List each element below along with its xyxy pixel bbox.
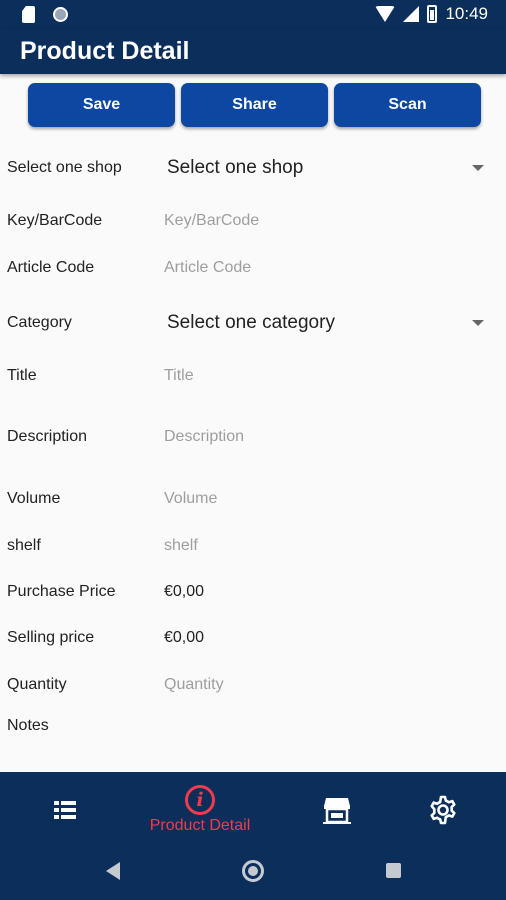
purchase-price-label: Purchase Price [7, 583, 116, 600]
description-field-row: Description Description [0, 428, 506, 452]
page-title: Product Detail [20, 37, 190, 65]
circle-icon [53, 7, 68, 22]
quantity-input[interactable]: Quantity [164, 676, 224, 694]
scan-button[interactable]: Scan [334, 83, 481, 127]
title-input[interactable]: Title [164, 367, 194, 385]
volume-label: Volume [7, 490, 61, 507]
gear-icon [430, 795, 456, 825]
selling-price-label: Selling price [7, 629, 95, 646]
purchase-price-field-row: Purchase Price €0,00 [0, 583, 506, 607]
article-code-input[interactable]: Article Code [164, 259, 251, 277]
recent-apps-icon[interactable] [386, 863, 401, 878]
shelf-label: shelf [7, 537, 41, 554]
category-select-value[interactable]: Select one category [167, 312, 335, 334]
system-nav-bar [0, 848, 506, 900]
wifi-icon [375, 6, 396, 22]
shelf-field-row: shelf shelf [0, 537, 506, 561]
quantity-field-row: Quantity Quantity [0, 676, 506, 700]
signal-icon [403, 6, 420, 22]
status-bar: 10:49 [0, 0, 506, 30]
info-icon: i [185, 785, 215, 815]
title-field-row: Title Title [0, 367, 506, 391]
article-code-label: Article Code [7, 259, 95, 276]
home-icon[interactable] [242, 860, 264, 882]
list-icon [54, 801, 76, 819]
selling-price-input[interactable]: €0,00 [164, 629, 204, 647]
nav-item-list[interactable] [40, 772, 90, 848]
chevron-down-icon[interactable] [472, 320, 484, 326]
notes-field-row: Notes [0, 717, 506, 757]
barcode-input[interactable]: Key/BarCode [164, 212, 259, 230]
selling-price-field-row: Selling price €0,00 [0, 629, 506, 653]
shop-label: Select one shop [7, 159, 122, 176]
shelf-input[interactable]: shelf [164, 537, 198, 555]
nav-item-settings[interactable] [418, 772, 468, 848]
nav-item-product-detail[interactable]: i Product Detail [140, 772, 260, 848]
barcode-label: Key/BarCode [7, 212, 103, 229]
share-button[interactable]: Share [181, 83, 328, 127]
store-icon [323, 798, 351, 824]
shop-select-value[interactable]: Select one shop [167, 157, 303, 179]
volume-field-row: Volume Volume [0, 490, 506, 514]
nav-item-label: Product Detail [149, 817, 251, 834]
battery-icon [427, 5, 438, 23]
barcode-field-row: Key/BarCode Key/BarCode [0, 212, 506, 236]
article-code-field-row: Article Code Article Code [0, 259, 506, 283]
title-label: Title [7, 367, 37, 384]
status-time: 10:49 [445, 4, 488, 23]
description-label: Description [7, 428, 88, 445]
notes-input[interactable] [164, 717, 484, 747]
volume-input[interactable]: Volume [164, 490, 217, 508]
bottom-nav: i Product Detail [0, 772, 506, 848]
back-icon[interactable] [106, 862, 120, 880]
sd-card-icon [22, 6, 35, 23]
save-button[interactable]: Save [28, 83, 175, 127]
chevron-down-icon[interactable] [472, 165, 484, 171]
notes-label: Notes [7, 717, 49, 734]
category-select[interactable]: Category Select one category [0, 312, 506, 342]
nav-item-store[interactable] [312, 772, 362, 848]
purchase-price-input[interactable]: €0,00 [164, 583, 204, 601]
description-input[interactable]: Description [164, 428, 244, 446]
action-buttons: Save Share Scan [28, 83, 481, 127]
category-label: Category [7, 314, 72, 331]
quantity-label: Quantity [7, 676, 67, 693]
shop-select[interactable]: Select one shop Select one shop [0, 157, 506, 187]
app-bar: Product Detail [0, 30, 506, 74]
